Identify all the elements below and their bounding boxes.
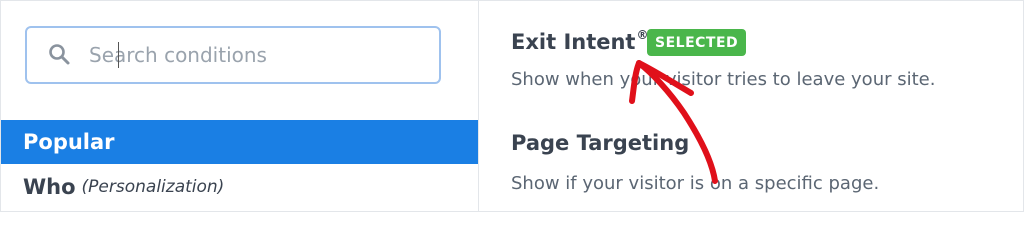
category-who-label: Who	[23, 175, 76, 199]
condition-page-targeting-label: Page Targeting	[511, 131, 690, 155]
text-caret	[118, 42, 119, 68]
condition-exit-intent-label: Exit Intent	[511, 30, 636, 54]
category-popular[interactable]: Popular	[1, 120, 478, 164]
condition-page-targeting-title[interactable]: Page Targeting	[511, 131, 689, 155]
condition-exit-intent-title[interactable]: Exit Intent®	[511, 28, 648, 54]
search-input[interactable]	[89, 38, 419, 72]
category-who-sublabel: (Personalization)	[81, 177, 225, 197]
category-popular-label: Popular	[23, 130, 115, 154]
conditions-sidebar: Popular Who (Personalization)	[1, 1, 479, 211]
conditions-list: Exit Intent® SELECTED Show when your vis…	[479, 1, 1024, 211]
search-icon	[49, 44, 70, 65]
search-box[interactable]	[25, 26, 441, 84]
condition-exit-intent-description: Show when your visitor tries to leave yo…	[511, 69, 936, 90]
category-who[interactable]: Who (Personalization)	[1, 167, 478, 207]
selected-badge: SELECTED	[647, 29, 747, 56]
condition-page-targeting-description: Show if your visitor is on a specific pa…	[511, 173, 880, 194]
